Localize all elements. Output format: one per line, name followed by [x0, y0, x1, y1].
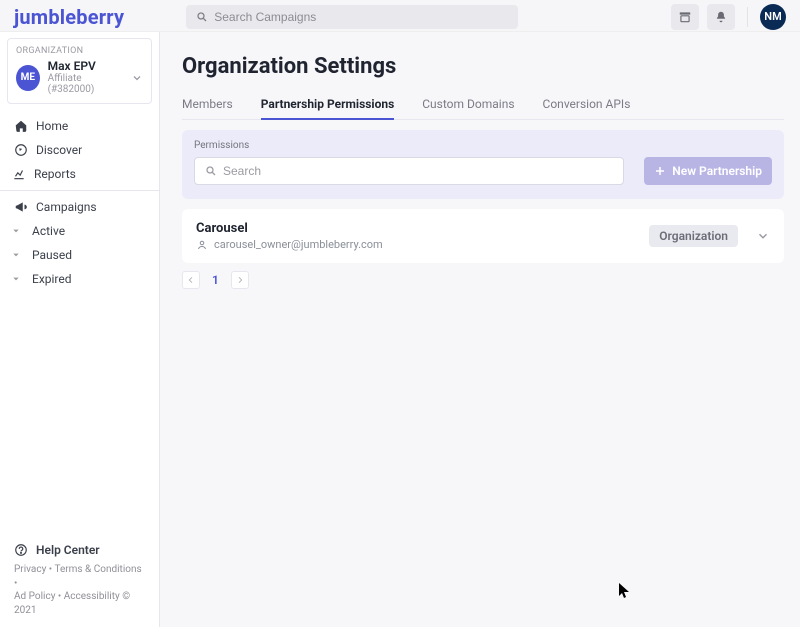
help-center-link[interactable]: Help Center: [14, 543, 145, 557]
archive-button[interactable]: [671, 4, 699, 30]
global-search[interactable]: [186, 5, 518, 29]
bell-icon: [714, 10, 728, 24]
page-title: Organization Settings: [182, 54, 784, 79]
sidebar-nav: Home Discover Reports: [0, 110, 159, 295]
main: Organization Settings Members Partnershi…: [160, 32, 800, 627]
tab-members[interactable]: Members: [182, 89, 233, 119]
user-icon: [196, 239, 208, 251]
tab-partnership-permissions[interactable]: Partnership Permissions: [261, 89, 395, 119]
chevron-down-icon: [131, 72, 143, 84]
org-avatar: ME: [16, 65, 40, 91]
help-label: Help Center: [36, 543, 100, 557]
org-subline: Affiliate (#382000): [48, 73, 123, 95]
org-name: Max EPV: [48, 60, 123, 73]
tab-conversion-apis[interactable]: Conversion APIs: [543, 89, 631, 119]
partnership-row[interactable]: Carousel carousel_owner@jumbleberry.com …: [182, 209, 784, 263]
org-row: ME Max EPV Affiliate (#382000): [16, 60, 143, 95]
plus-icon: [654, 165, 666, 177]
sidebar-item-label: Active: [32, 224, 65, 238]
permissions-search[interactable]: [194, 157, 624, 185]
button-label: New Partnership: [672, 164, 762, 178]
org-label: ORGANIZATION: [16, 46, 143, 56]
sidebar-item-label: Discover: [36, 143, 82, 157]
partnership-email: carousel_owner@jumbleberry.com: [214, 238, 383, 251]
sidebar-item-paused[interactable]: Paused: [0, 243, 159, 267]
caret-down-icon: [12, 227, 20, 235]
permissions-label: Permissions: [194, 140, 772, 151]
sidebar-item-label: Campaigns: [36, 200, 97, 214]
search-input[interactable]: [214, 10, 508, 24]
sidebar: ORGANIZATION ME Max EPV Affiliate (#3820…: [0, 32, 160, 627]
permissions-search-input[interactable]: [223, 164, 613, 178]
new-partnership-button[interactable]: New Partnership: [644, 157, 772, 185]
tab-custom-domains[interactable]: Custom Domains: [422, 89, 514, 119]
nav-separator: [0, 190, 159, 191]
caret-down-icon: [12, 251, 20, 259]
search-icon: [196, 11, 208, 23]
chevron-down-icon[interactable]: [756, 229, 770, 243]
page-prev-button[interactable]: [182, 271, 200, 289]
sidebar-footer: Help Center Privacy • Terms & Conditions…: [0, 534, 159, 627]
topbar: jumbleberry NM: [0, 0, 800, 32]
megaphone-icon: [14, 200, 28, 214]
partnership-name: Carousel: [196, 221, 383, 236]
sidebar-item-label: Paused: [32, 248, 72, 262]
sidebar-item-expired[interactable]: Expired: [0, 267, 159, 291]
sidebar-item-campaigns[interactable]: Campaigns: [0, 195, 159, 219]
link-terms[interactable]: Terms & Conditions: [54, 564, 141, 575]
page-next-button[interactable]: [231, 271, 249, 289]
caret-left-icon: [0, 170, 2, 178]
link-adpolicy[interactable]: Ad Policy: [14, 591, 55, 602]
search-icon: [205, 165, 217, 177]
main-inner: Organization Settings Members Partnershi…: [160, 32, 800, 289]
link-privacy[interactable]: Privacy: [14, 564, 46, 575]
sidebar-item-label: Reports: [34, 167, 76, 181]
legal-links: Privacy • Terms & Conditions • Ad Policy…: [14, 563, 145, 617]
sidebar-item-label: Expired: [32, 272, 72, 286]
org-texts: Max EPV Affiliate (#382000): [48, 60, 123, 95]
home-icon: [14, 119, 28, 133]
sidebar-item-active[interactable]: Active: [0, 219, 159, 243]
line-chart-icon: [12, 167, 26, 181]
org-switcher[interactable]: ORGANIZATION ME Max EPV Affiliate (#3820…: [7, 38, 152, 104]
user-avatar[interactable]: NM: [760, 4, 786, 30]
permissions-panel: Permissions New Partnership: [182, 130, 784, 199]
sidebar-item-home[interactable]: Home: [0, 114, 159, 138]
app-body: ORGANIZATION ME Max EPV Affiliate (#3820…: [0, 32, 800, 627]
brand-logo[interactable]: jumbleberry: [14, 5, 124, 29]
link-accessibility[interactable]: Accessibility: [64, 591, 120, 602]
divider: [747, 7, 748, 27]
notifications-button[interactable]: [707, 4, 735, 30]
role-pill[interactable]: Organization: [649, 225, 738, 247]
archive-icon: [678, 10, 692, 24]
sidebar-item-reports[interactable]: Reports: [0, 162, 159, 186]
help-icon: [14, 543, 28, 557]
topbar-actions: NM: [671, 4, 786, 30]
compass-icon: [14, 143, 28, 157]
sidebar-item-label: Home: [36, 119, 68, 133]
sidebar-item-discover[interactable]: Discover: [0, 138, 159, 162]
caret-down-icon: [12, 275, 20, 283]
pagination: 1: [182, 271, 784, 289]
tabs: Members Partnership Permissions Custom D…: [182, 89, 784, 120]
dot: •: [14, 578, 17, 589]
page-number[interactable]: 1: [206, 273, 225, 287]
